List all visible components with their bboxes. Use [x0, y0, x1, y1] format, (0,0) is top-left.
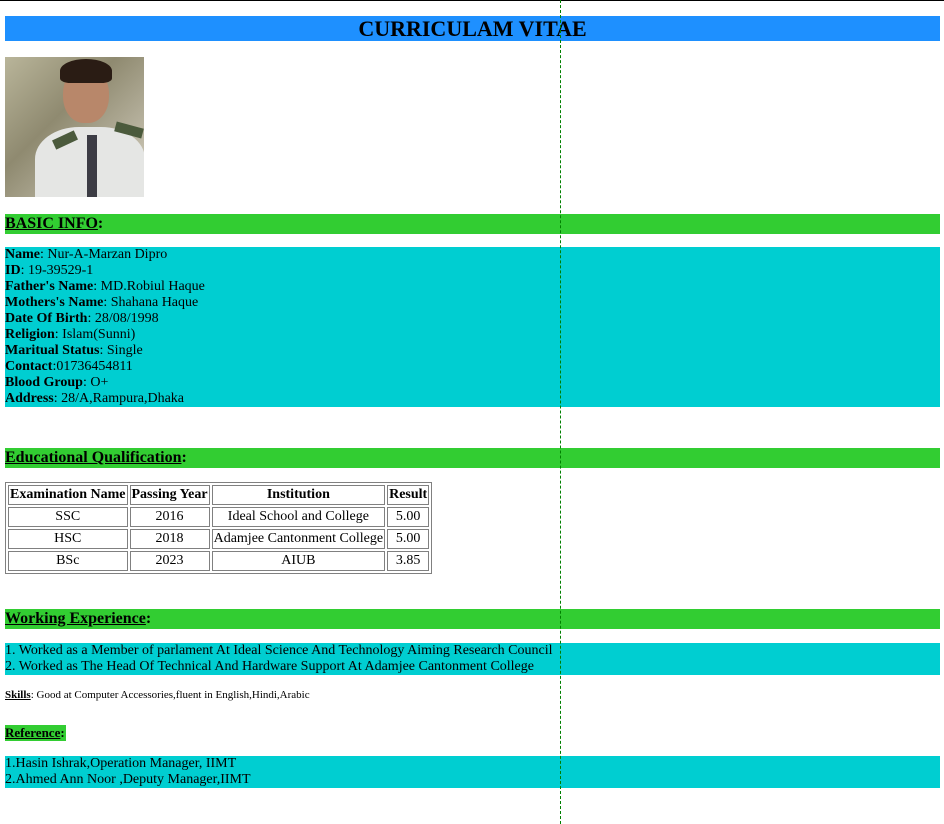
info-row-religion: Religion: Islam(Sunni)	[5, 327, 940, 343]
column-header: Institution	[211, 485, 386, 505]
table-cell: Adamjee Cantonment College	[211, 529, 386, 549]
info-value: :01736454811	[52, 359, 133, 374]
info-value: : Shahana Haque	[103, 295, 199, 310]
info-label: ID	[5, 263, 21, 278]
experience-item: 2. Worked as The Head Of Technical And H…	[5, 659, 534, 674]
info-value: : 19-39529-1	[20, 263, 94, 278]
reference-heading-text: Reference	[5, 725, 61, 740]
info-label: Maritual Status	[5, 343, 100, 358]
skills-value: : Good at Computer Accessories,fluent in…	[30, 689, 310, 701]
info-value: : Single	[99, 343, 143, 358]
skills-line: Skills: Good at Computer Accessories,flu…	[5, 689, 310, 701]
experience-heading: Working Experience:	[5, 609, 940, 629]
info-label: Father's Name	[5, 279, 94, 294]
info-row-marital: Maritual Status: Single	[5, 343, 940, 359]
info-label: Date Of Birth	[5, 311, 88, 326]
top-border	[0, 0, 944, 1]
info-label: Mothers's Name	[5, 295, 104, 310]
info-value: : O+	[82, 375, 109, 390]
reference-item: 1.Hasin Ishrak,Operation Manager, IIMT	[5, 756, 237, 771]
reference-heading: Reference:	[5, 725, 66, 741]
experience-block: 1. Worked as a Member of parlament At Id…	[5, 643, 940, 675]
info-row-address: Address: 28/A,Rampura,Dhaka	[5, 391, 940, 407]
reference-item: 2.Ahmed Ann Noor ,Deputy Manager,IIMT	[5, 772, 251, 787]
info-row-contact: Contact:01736454811	[5, 359, 940, 375]
table-cell: AIUB	[211, 551, 386, 571]
info-value: : 28/08/1998	[87, 311, 159, 326]
table-cell: SSC	[8, 507, 128, 527]
column-header: Result	[387, 485, 430, 505]
info-label: Address	[5, 391, 54, 406]
table-cell: 5.00	[387, 529, 430, 549]
education-table: Examination Name Passing Year Institutio…	[5, 482, 433, 574]
basic-info-heading: BASIC INFO:	[5, 214, 940, 234]
basic-info-block: Name: Nur-A-Marzan Dipro ID: 19-39529-1 …	[5, 247, 940, 407]
column-header: Examination Name	[8, 485, 128, 505]
table-cell: HSC	[8, 529, 128, 549]
info-row-dob: Date Of Birth: 28/08/1998	[5, 311, 940, 327]
info-value: : Islam(Sunni)	[54, 327, 136, 342]
info-value: : MD.Robiul Haque	[93, 279, 205, 294]
info-label: Blood Group	[5, 375, 83, 390]
table-cell: 2018	[129, 529, 210, 549]
table-header-row: Examination Name Passing Year Institutio…	[8, 485, 430, 505]
skills-label: Skills	[5, 689, 31, 701]
table-cell: 3.85	[387, 551, 430, 571]
basic-info-heading-text: BASIC INFO	[5, 215, 98, 232]
table-cell: 5.00	[387, 507, 430, 527]
info-row-blood: Blood Group: O+	[5, 375, 940, 391]
info-row-mother: Mothers's Name: Shahana Haque	[5, 295, 940, 311]
info-label: Name	[5, 247, 40, 262]
info-row-id: ID: 19-39529-1	[5, 263, 940, 279]
info-value: : Nur-A-Marzan Dipro	[40, 247, 168, 262]
info-value: : 28/A,Rampura,Dhaka	[53, 391, 185, 406]
experience-heading-text: Working Experience	[5, 610, 146, 627]
column-header: Passing Year	[129, 485, 210, 505]
profile-photo	[5, 57, 144, 197]
education-heading-text: Educational Qualification	[5, 449, 182, 466]
table-cell: Ideal School and College	[211, 507, 386, 527]
page-title: CURRICULAM VITAE	[5, 16, 940, 41]
education-heading: Educational Qualification:	[5, 448, 940, 468]
table-row: SSC 2016 Ideal School and College 5.00	[8, 507, 430, 527]
experience-item: 1. Worked as a Member of parlament At Id…	[5, 643, 553, 658]
table-cell: 2016	[129, 507, 210, 527]
table-cell: BSc	[8, 551, 128, 571]
table-cell: 2023	[129, 551, 210, 571]
table-row: HSC 2018 Adamjee Cantonment College 5.00	[8, 529, 430, 549]
info-row-name: Name: Nur-A-Marzan Dipro	[5, 247, 940, 263]
info-row-father: Father's Name: MD.Robiul Haque	[5, 279, 940, 295]
center-guide-line	[560, 0, 561, 824]
reference-block: 1.Hasin Ishrak,Operation Manager, IIMT 2…	[5, 756, 940, 788]
info-label: Contact	[5, 359, 53, 374]
info-label: Religion	[5, 327, 55, 342]
table-row: BSc 2023 AIUB 3.85	[8, 551, 430, 571]
